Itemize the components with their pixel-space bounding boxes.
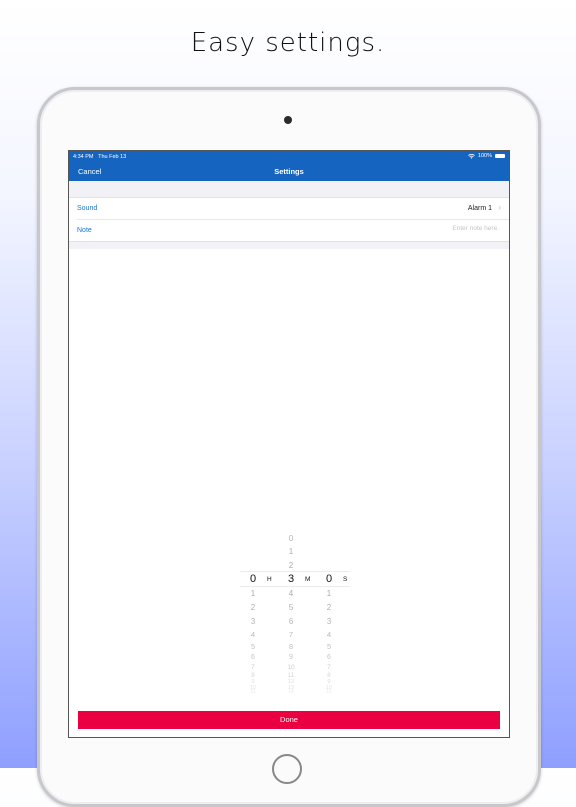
- home-button[interactable]: [272, 754, 302, 784]
- minutes-option: 14: [288, 688, 294, 695]
- hours-option: 1: [250, 589, 256, 598]
- page-title: Settings: [274, 167, 304, 176]
- status-date-text: Thu Feb 13: [98, 154, 127, 160]
- note-label: Note: [77, 227, 92, 234]
- nav-bar: Cancel Settings: [69, 163, 509, 181]
- minutes-option: 4: [288, 589, 294, 598]
- seconds-option: 4: [326, 629, 332, 639]
- minutes-option: 6: [288, 616, 294, 626]
- hours-option: 6: [251, 653, 255, 661]
- done-button[interactable]: Done: [78, 711, 500, 729]
- time-picker-area: 0 1 2 3 4 5 6 7 8 9 10 11 H 3 4 5 6 7 8 9 10 11 12 13 14 2 1 0 M …: [69, 249, 509, 737]
- minutes-option: 8: [288, 642, 294, 651]
- minutes-option: 7: [288, 629, 294, 639]
- seconds-option: 7: [327, 663, 331, 671]
- minutes-option: 5: [288, 603, 294, 612]
- hours-option: 2: [250, 603, 256, 612]
- minutes-option: 9: [289, 653, 293, 661]
- minutes-option: 0: [288, 533, 294, 543]
- seconds-option: 5: [326, 642, 332, 651]
- battery-percent: 100%: [477, 153, 492, 159]
- minutes-option: 1: [288, 547, 294, 556]
- status-time: 4:34 PM Thu Feb 13: [73, 154, 126, 160]
- hours-unit: H: [267, 576, 272, 583]
- seconds-selected-value: 0: [325, 573, 333, 585]
- seconds-option: 2: [326, 603, 332, 612]
- minutes-option: 11: [287, 672, 295, 679]
- camera-icon: [284, 116, 292, 124]
- sound-label: Sound: [77, 205, 98, 212]
- hours-option: 8: [251, 672, 255, 679]
- hours-option: 5: [250, 642, 256, 651]
- battery-icon: [495, 154, 505, 158]
- hours-option: 7: [251, 663, 255, 671]
- minutes-option: 2: [288, 561, 294, 570]
- sound-value: Alarm 1: [467, 205, 492, 212]
- note-row[interactable]: Note: [77, 219, 509, 241]
- wifi-icon: [468, 153, 475, 159]
- seconds-option: 3: [326, 616, 332, 626]
- seconds-option: 11: [326, 688, 332, 695]
- minutes-option: 10: [287, 663, 295, 671]
- settings-list: Sound Alarm 1 › Note: [69, 197, 509, 242]
- minutes-selected-value: 3: [287, 573, 295, 585]
- hours-option: 3: [250, 616, 256, 626]
- sound-row[interactable]: Sound Alarm 1 ›: [69, 198, 509, 219]
- seconds-option: 1: [326, 589, 332, 598]
- hours-option: 4: [250, 629, 256, 639]
- status-bar: 4:34 PM Thu Feb 13 100%: [69, 151, 509, 163]
- app-screen: 4:34 PM Thu Feb 13 100% Cancel Settings …: [68, 150, 510, 738]
- hours-option: 11: [250, 688, 256, 695]
- status-right: 100%: [468, 153, 505, 159]
- seconds-option: 6: [327, 653, 331, 661]
- headline: Easy settings.: [190, 28, 386, 58]
- note-input[interactable]: [297, 224, 501, 233]
- seconds-option: 8: [327, 672, 331, 679]
- status-time-text: 4:34 PM: [73, 154, 94, 160]
- seconds-unit: S: [343, 576, 348, 583]
- minutes-unit: M: [305, 576, 311, 583]
- chevron-right-icon: ›: [498, 203, 501, 212]
- hours-selected-value: 0: [249, 573, 257, 585]
